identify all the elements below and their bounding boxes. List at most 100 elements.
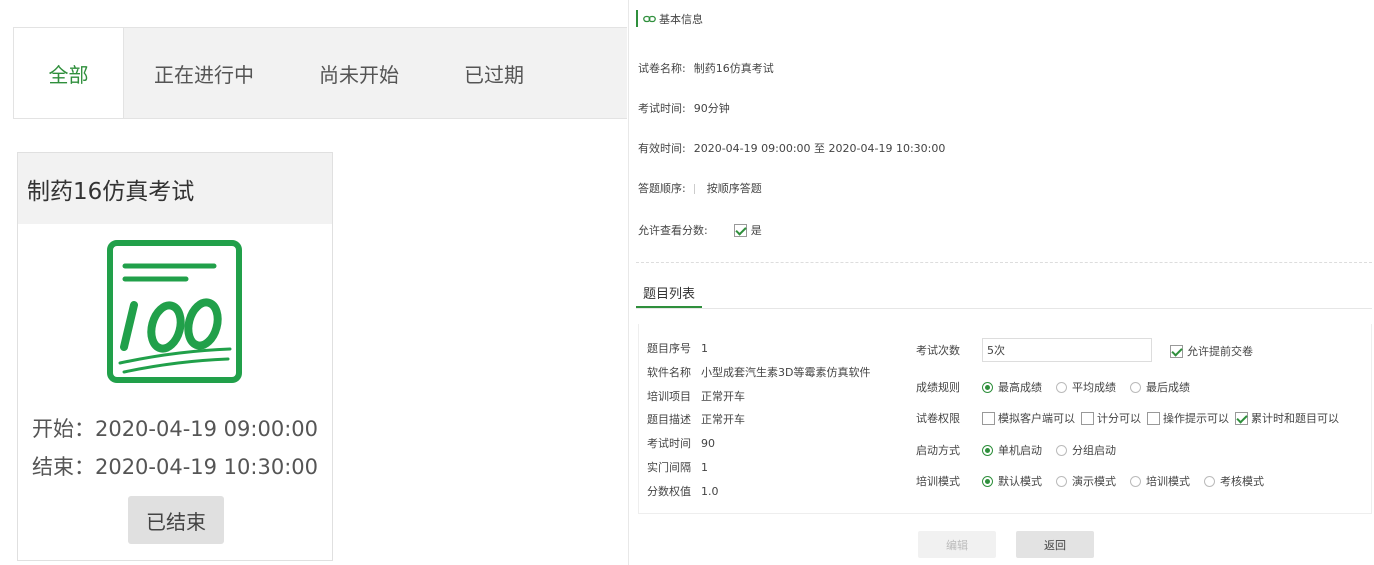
answer-order-value: 按顺序答题 [706, 182, 762, 195]
option-label: 演示模式 [1072, 475, 1116, 488]
radio-button[interactable] [982, 444, 993, 456]
detail-row: 题目描述 正常开车 [647, 411, 745, 427]
exam-end-time: 结束：2020-04-19 10:30:00 [31, 455, 319, 479]
early-submit-row: 允许提前交卷 [1170, 343, 1253, 359]
score-100-icon [107, 240, 242, 383]
radio-button[interactable] [1056, 381, 1067, 393]
basic-info-header: 基本信息 [636, 10, 703, 27]
detail-key: 实门间隔 [647, 461, 691, 474]
detail-value: 正常开车 [701, 390, 745, 403]
allow-view-score-row: 允许查看分数: 是 [638, 222, 762, 238]
option-label: 单机启动 [998, 444, 1042, 457]
basic-info-title: 基本信息 [659, 12, 703, 26]
order-marker [693, 184, 705, 194]
radio-button[interactable] [982, 381, 993, 393]
paper-name-value: 制药16仿真考试 [693, 62, 774, 75]
detail-value: 正常开车 [701, 413, 745, 426]
detail-value: 1 [701, 342, 708, 355]
radio-button[interactable] [1056, 444, 1067, 456]
back-button[interactable]: 返回 [1016, 531, 1094, 558]
exam-card-title: 制药16仿真考试 [18, 153, 332, 224]
exam-duration-label: 考试时间: [638, 102, 686, 115]
score-rule-option[interactable]: 最后成绩 [1130, 379, 1190, 395]
permission-option[interactable]: 操作提示可以 [1147, 410, 1229, 426]
radio-button[interactable] [1130, 475, 1141, 487]
permissions-label: 试卷权限 [916, 412, 960, 425]
score-rule-option[interactable]: 最高成绩 [982, 379, 1042, 395]
status-tabs: 全部 正在进行中 尚未开始 已过期 [13, 27, 627, 119]
train-mode-option[interactable]: 考核模式 [1204, 473, 1264, 489]
detail-key: 题目描述 [647, 413, 691, 426]
permission-checkbox[interactable] [982, 411, 995, 425]
tab-question-list[interactable]: 题目列表 [636, 284, 702, 308]
permission-option[interactable]: 计分可以 [1081, 410, 1141, 426]
tab-all[interactable]: 全部 [14, 28, 124, 118]
start-mode-option[interactable]: 单机启动 [982, 442, 1042, 458]
answer-order-row: 答题顺序: 按顺序答题 [638, 180, 762, 196]
start-mode-label: 启动方式 [916, 444, 960, 457]
detail-row: 分数权值 1.0 [647, 483, 719, 499]
train-mode-option[interactable]: 培训模式 [1130, 473, 1190, 489]
permission-checkbox[interactable] [1081, 411, 1094, 425]
tab-not-started[interactable]: 尚未开始 [284, 28, 434, 118]
option-label: 计分可以 [1097, 412, 1141, 425]
detail-row: 考试时间 90 [647, 435, 715, 451]
edit-button[interactable]: 编辑 [918, 531, 996, 558]
detail-key: 软件名称 [647, 366, 691, 379]
exam-count-value: 5次 [987, 344, 1005, 357]
valid-time-value: 2020-04-19 09:00:00 至 2020-04-19 10:30:0… [693, 142, 946, 155]
detail-key: 题目序号 [647, 342, 691, 355]
permission-option[interactable]: 模拟客户端可以 [982, 410, 1075, 426]
radio-button[interactable] [982, 475, 993, 487]
allow-view-score-value: 是 [750, 224, 762, 237]
detail-value: 小型成套汽生素3D等霉素仿真软件 [701, 366, 871, 379]
option-label: 培训模式 [1146, 475, 1190, 488]
train-mode-option[interactable]: 默认模式 [982, 473, 1042, 489]
detail-value: 90 [701, 437, 715, 450]
tab-in-progress[interactable]: 正在进行中 [124, 28, 284, 118]
radio-button[interactable] [1204, 475, 1215, 487]
train-mode-option[interactable]: 演示模式 [1056, 473, 1116, 489]
exam-count-input[interactable]: 5次 [982, 338, 1152, 362]
detail-row: 实门间隔 1 [647, 459, 708, 475]
option-label: 累计时和题目可以 [1251, 412, 1339, 425]
permissions-row: 试卷权限 模拟客户端可以 计分可以 操作提示可以 累计时和题目可以 [916, 410, 1339, 426]
detail-key: 分数权值 [647, 485, 691, 498]
detail-key: 培训项目 [647, 390, 691, 403]
score-rule-option[interactable]: 平均成绩 [1056, 379, 1116, 395]
detail-row: 题目序号 1 [647, 340, 708, 356]
permission-checkbox[interactable] [1147, 411, 1160, 425]
radio-button[interactable] [1056, 475, 1067, 487]
option-label: 最后成绩 [1146, 381, 1190, 394]
exam-start-time: 开始：2020-04-19 09:00:00 [31, 417, 319, 441]
option-label: 模拟客户端可以 [998, 412, 1075, 425]
ended-status-button[interactable]: 已结束 [128, 496, 224, 544]
option-label: 分组启动 [1072, 444, 1116, 457]
early-submit-label: 允许提前交卷 [1187, 345, 1253, 358]
exam-count-row: 考试次数 5次 [916, 338, 1152, 362]
tab-expired[interactable]: 已过期 [434, 28, 554, 118]
exam-card[interactable]: 制药16仿真考试 开始：2020-04-19 09:00:00 结束：2020-… [17, 152, 333, 561]
tab-underline [636, 308, 1372, 309]
permission-checkbox[interactable] [1235, 411, 1248, 425]
valid-time-row: 有效时间: 2020-04-19 09:00:00 至 2020-04-19 10… [638, 140, 945, 156]
paper-name-row: 试卷名称: 制药16仿真考试 [638, 60, 774, 76]
permission-option[interactable]: 累计时和题目可以 [1235, 410, 1339, 426]
radio-button[interactable] [1130, 381, 1141, 393]
detail-value: 1 [701, 461, 708, 474]
detail-value: 1.0 [701, 485, 719, 498]
option-label: 平均成绩 [1072, 381, 1116, 394]
start-mode-option[interactable]: 分组启动 [1056, 442, 1116, 458]
exam-duration-row: 考试时间: 90分钟 [638, 100, 730, 116]
option-label: 默认模式 [998, 475, 1042, 488]
exam-count-label: 考试次数 [916, 344, 960, 357]
detail-row: 培训项目 正常开车 [647, 388, 745, 404]
link-icon [643, 15, 656, 22]
option-label: 考核模式 [1220, 475, 1264, 488]
detail-key: 考试时间 [647, 437, 691, 450]
early-submit-checkbox[interactable] [1170, 344, 1183, 358]
allow-view-score-checkbox[interactable] [733, 223, 747, 237]
pane-divider [628, 0, 629, 565]
answer-order-label: 答题顺序: [638, 182, 686, 195]
allow-view-score-label: 允许查看分数: [638, 224, 708, 237]
